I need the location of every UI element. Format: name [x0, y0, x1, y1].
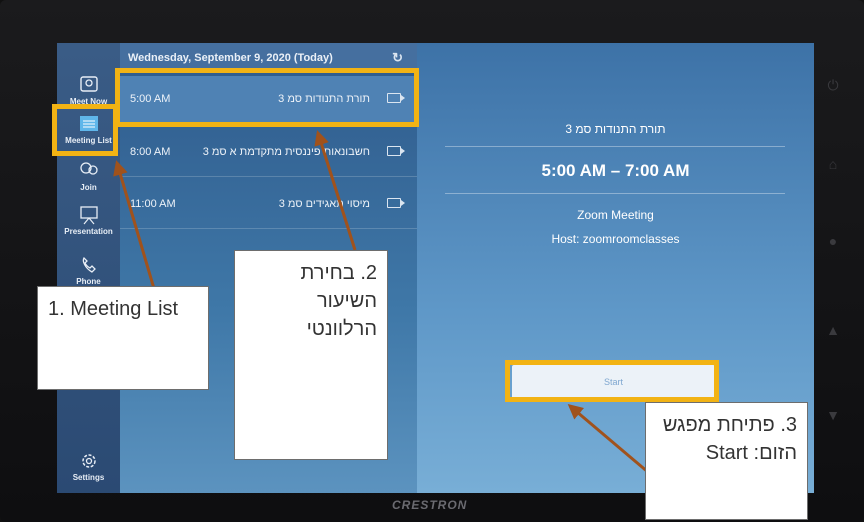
arrow-1 [113, 160, 157, 293]
callout-step-2: 2. בחירת השיעור הרלוונטי [234, 250, 388, 460]
callout-step-1: 1. Meeting List [37, 286, 209, 390]
photo-frame: Meet Now Meeting List Join Presentation … [0, 0, 864, 522]
arrow-3 [567, 404, 656, 480]
arrow-2 [314, 130, 357, 251]
callout-step-3: 3. פתיחת מפגש הזום: Start [645, 402, 808, 520]
